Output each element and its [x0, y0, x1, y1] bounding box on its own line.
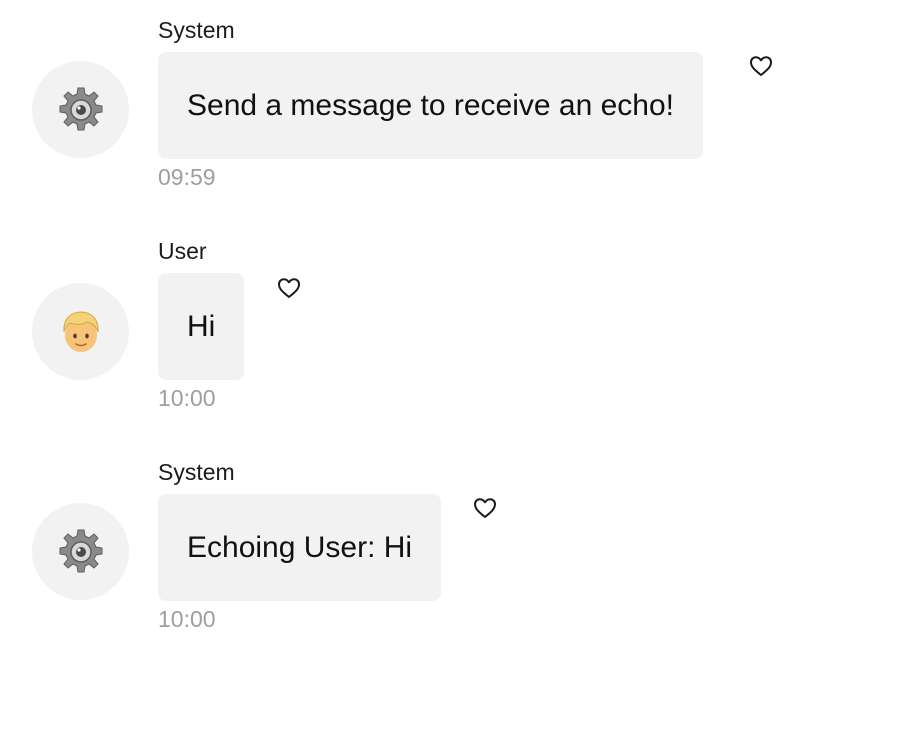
- message-item: System Send a message to receive an echo…: [0, 16, 897, 196]
- message-sender: System: [158, 459, 235, 485]
- message-text: Send a message to receive an echo!: [187, 88, 674, 122]
- message-timestamp: 10:00: [158, 385, 216, 411]
- message-item: System Echoing User: Hi 10:00: [0, 458, 897, 638]
- message-sender: User: [158, 238, 207, 264]
- message-text: Hi: [187, 309, 216, 343]
- message-bubble: Send a message to receive an echo!: [158, 52, 703, 159]
- person-face-icon: [58, 308, 104, 356]
- message-sender: System: [158, 17, 235, 43]
- heart-outline-icon[interactable]: [748, 54, 774, 78]
- message-text: Echoing User: Hi: [187, 530, 413, 564]
- message-item: User Hi 10:00: [0, 237, 897, 417]
- chat-thread: System Send a message to receive an echo…: [0, 0, 897, 745]
- heart-outline-icon[interactable]: [276, 276, 302, 300]
- gear-icon: [56, 527, 106, 577]
- message-bubble: Hi: [158, 273, 245, 380]
- heart-outline-icon[interactable]: [472, 496, 498, 520]
- avatar: [32, 283, 129, 380]
- message-timestamp: 09:59: [158, 164, 216, 190]
- message-bubble: Echoing User: Hi: [158, 494, 442, 601]
- message-timestamp: 10:00: [158, 606, 216, 632]
- avatar: [32, 503, 129, 600]
- gear-icon: [56, 85, 106, 135]
- avatar: [32, 61, 129, 158]
